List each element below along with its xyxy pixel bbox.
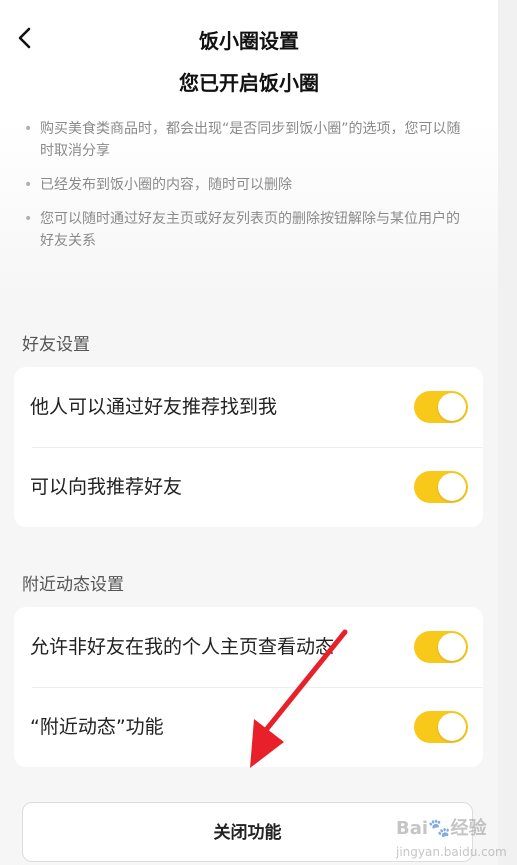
setting-row-nearby: “附近动态”功能: [14, 687, 483, 767]
intro-item: • 您可以随时通过好友主页或好友列表页的删除按钮解除与某位用户的好友关系: [22, 208, 472, 252]
toggle-knob: [438, 713, 466, 741]
friend-settings-label: 好友设置: [22, 335, 90, 355]
nearby-settings-card: 允许非好友在我的个人主页查看动态 “附近动态”功能: [14, 607, 483, 767]
setting-label: 允许非好友在我的个人主页查看动态: [30, 636, 335, 658]
intro-item: • 购买美食类商品时，都会出现“是否同步到饭小圈”的选项，您可以随时取消分享: [22, 118, 472, 162]
friend-settings-card: 他人可以通过好友推荐找到我 可以向我推荐好友: [14, 367, 483, 527]
find-me-toggle[interactable]: [414, 391, 468, 423]
toggle-knob: [438, 393, 466, 421]
bullet-dot-icon: •: [24, 177, 33, 193]
scroll-edge: [498, 0, 517, 865]
setting-row-recommend: 可以向我推荐好友: [14, 447, 483, 527]
bullet-dot-icon: •: [24, 121, 33, 137]
toggle-knob: [438, 473, 466, 501]
intro-item: • 已经发布到饭小圈的内容，随时可以删除: [22, 174, 472, 196]
nearby-settings-label: 附近动态设置: [22, 575, 124, 595]
page-title: 饭小圈设置: [199, 29, 299, 53]
setting-label: “附近动态”功能: [30, 716, 164, 738]
toggle-knob: [438, 633, 466, 661]
intro-list: • 购买美食类商品时，都会出现“是否同步到饭小圈”的选项，您可以随时取消分享 •…: [22, 118, 472, 264]
setting-row-find-me: 他人可以通过好友推荐找到我: [14, 367, 483, 447]
bullet-dot-icon: •: [24, 211, 33, 227]
setting-label: 他人可以通过好友推荐找到我: [30, 396, 278, 418]
setting-label: 可以向我推荐好友: [30, 476, 183, 498]
nearby-feed-toggle[interactable]: [414, 711, 468, 743]
non-friends-view-toggle[interactable]: [414, 631, 468, 663]
status-heading: 您已开启饭小圈: [179, 71, 319, 95]
watermark-logo: Bai🐾经验 jingyan.baidu.com: [396, 818, 507, 859]
recommend-friends-toggle[interactable]: [414, 471, 468, 503]
setting-row-non-friends: 允许非好友在我的个人主页查看动态: [14, 607, 483, 687]
